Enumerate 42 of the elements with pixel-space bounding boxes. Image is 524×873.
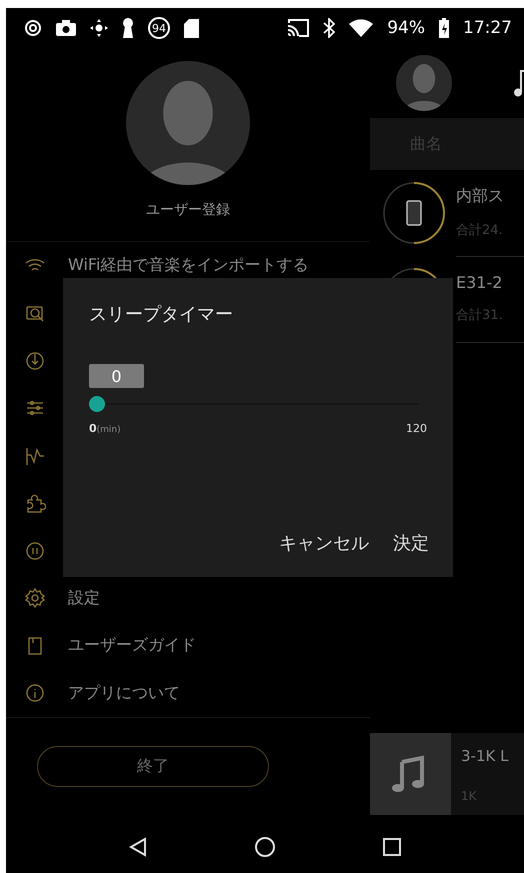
menu-item[interactable]: アプリについて [68,682,180,704]
home-icon[interactable] [254,836,276,858]
dialog-title: スリープタイマー [89,303,234,326]
profile-avatar[interactable] [396,55,452,111]
storage-total: 合計24. [456,222,504,239]
download-icon[interactable] [24,350,46,372]
keyhole-icon [122,18,134,38]
notification-count: 94 [148,17,170,39]
music-note-icon[interactable] [512,68,524,98]
exit-button[interactable]: 終了 [37,746,269,787]
menu-item[interactable]: 設定 [68,588,100,609]
info-icon[interactable] [24,682,46,704]
cancel-button[interactable]: キャンセル [263,527,371,559]
user-register-link[interactable]: ユーザー登録 [146,201,230,219]
sd-card-icon [184,18,199,38]
confirm-button[interactable]: 決定 [377,527,431,559]
move-icon [90,19,108,37]
pause-icon[interactable] [24,540,46,562]
bluetooth-icon [323,18,336,38]
wifi-signal-icon [349,19,374,37]
camera-icon [56,20,76,36]
storage-name: E31-2 [456,273,504,292]
slider-value-bubble: 0 [89,364,144,388]
recents-icon[interactable] [382,838,401,856]
slider-max-label: 120 [406,422,427,435]
clock-time: 17:27 [463,18,512,38]
menu-item[interactable]: WiFi経由で音楽をインポートする [68,255,308,276]
menu-item[interactable]: ユーザーズガイド [68,635,196,656]
album-art[interactable] [370,733,451,815]
storage-name: 内部ス [456,186,505,207]
chip-icon[interactable] [382,181,446,245]
slider-thumb[interactable] [89,396,105,412]
cast-icon [287,19,310,37]
back-icon[interactable] [129,836,148,856]
battery-percent: 94% [387,18,425,38]
storage-total: 合計31. [456,307,504,324]
slider-min-label: 0 [89,422,97,435]
settings-icon[interactable] [24,587,46,610]
battery-icon [439,18,449,38]
user-avatar[interactable] [126,61,250,185]
track-title: 3-1K L [461,747,508,765]
unit-label: (min) [96,425,121,435]
